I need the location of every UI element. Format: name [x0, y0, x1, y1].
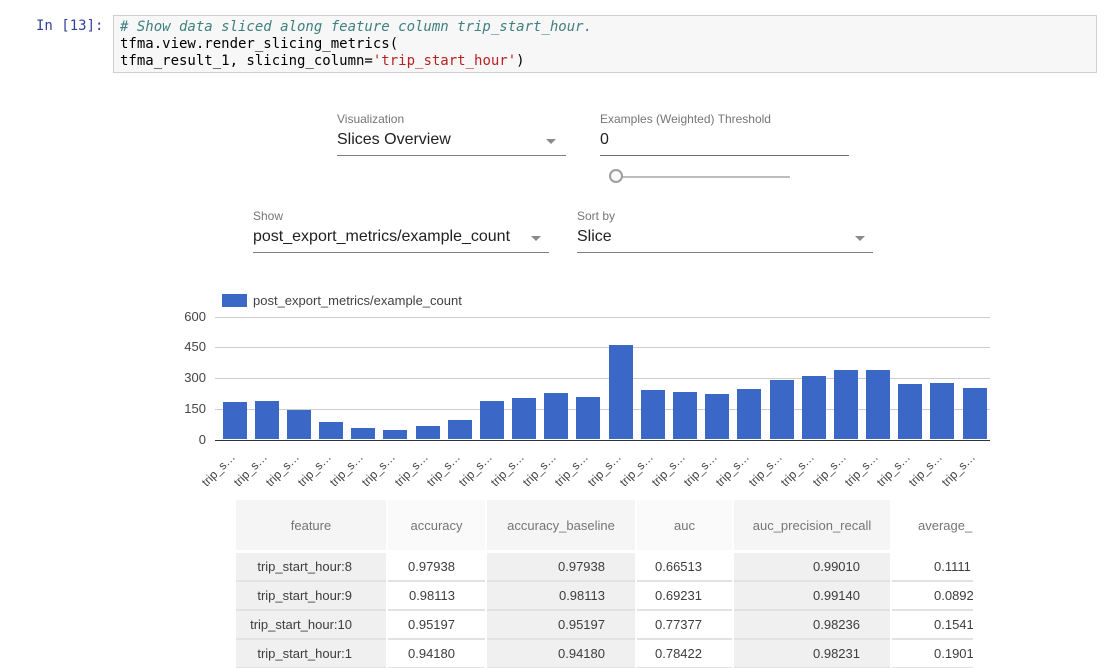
table-cell: 0.94180: [388, 640, 485, 668]
threshold-label: Examples (Weighted) Threshold: [600, 112, 771, 126]
bar-4[interactable]: [351, 428, 375, 440]
slider-track[interactable]: [621, 176, 790, 178]
bar-6[interactable]: [416, 426, 440, 440]
code-line-3: tfma_result_1, slicing_column='trip_star…: [120, 53, 1090, 70]
table-cell: trip_start_hour:10: [236, 611, 386, 640]
chevron-down-icon: [531, 236, 541, 241]
bar-17[interactable]: [770, 380, 794, 439]
table-cell: 0.99140: [734, 582, 890, 611]
table-cell: 0.1541: [892, 611, 973, 640]
table-cell: 0.98113: [487, 582, 635, 611]
bar-3[interactable]: [319, 422, 343, 439]
table-cell: 0.98113: [388, 582, 485, 611]
table-cell: 0.98236: [734, 611, 890, 640]
y-tick-label: 600: [180, 309, 206, 324]
bar-21[interactable]: [898, 384, 922, 439]
table-row: trip_start_hour:10.941800.941800.784220.…: [236, 640, 973, 668]
slices-bar-chart: post_export_metrics/example_count 600 450…: [180, 288, 995, 483]
column-header-accuracy_baseline[interactable]: accuracy_baseline: [487, 500, 635, 550]
bar-1[interactable]: [255, 401, 279, 439]
bar-8[interactable]: [480, 401, 504, 440]
bar-10[interactable]: [544, 393, 568, 440]
threshold-input[interactable]: [600, 131, 849, 156]
table-cell: trip_start_hour:8: [236, 553, 386, 582]
table-body: trip_start_hour:80.979380.979380.665130.…: [236, 553, 973, 668]
y-tick-label: 450: [180, 339, 206, 354]
bar-16[interactable]: [737, 389, 761, 440]
table-cell: 0.78422: [637, 640, 732, 668]
bar-0[interactable]: [223, 402, 247, 440]
bar-18[interactable]: [802, 376, 826, 439]
gridline-600: [215, 317, 990, 318]
visualization-dropdown[interactable]: Slices Overview: [337, 131, 566, 156]
bar-5[interactable]: [383, 430, 407, 439]
column-header-accuracy[interactable]: accuracy: [388, 500, 485, 550]
table-header-row: featureaccuracyaccuracy_baselineaucauc_p…: [236, 500, 973, 550]
bar-14[interactable]: [673, 392, 697, 439]
y-tick-label: 300: [180, 370, 206, 385]
table-cell: 0.77377: [637, 611, 732, 640]
table-cell: 0.99010: [734, 553, 890, 582]
visualization-value: Slices Overview: [337, 131, 451, 148]
table-cell: trip_start_hour:1: [236, 640, 386, 668]
code-line-comment: # Show data sliced along feature column …: [120, 19, 1090, 36]
bar-13[interactable]: [641, 390, 665, 439]
y-tick-label: 150: [180, 401, 206, 416]
bar-19[interactable]: [834, 370, 858, 439]
table-cell: 0.69231: [637, 582, 732, 611]
column-header-feature[interactable]: feature: [236, 500, 386, 550]
bar-15[interactable]: [705, 394, 729, 439]
column-header-auc_precision_recall[interactable]: auc_precision_recall: [734, 500, 890, 550]
visualization-label: Visualization: [337, 112, 404, 126]
table-row: trip_start_hour:80.979380.979380.665130.…: [236, 553, 973, 582]
bar-23[interactable]: [963, 388, 987, 439]
chevron-down-icon: [855, 236, 865, 241]
table-cell: 0.94180: [487, 640, 635, 668]
table-cell: 0.66513: [637, 553, 732, 582]
legend-swatch: [222, 294, 247, 307]
column-header-average_los[interactable]: average_los: [892, 500, 973, 550]
show-label: Show: [253, 209, 283, 223]
bar-2[interactable]: [287, 410, 311, 440]
table-cell: 0.1111: [892, 553, 973, 582]
table-row: trip_start_hour:90.981130.981130.692310.…: [236, 582, 973, 611]
bar-20[interactable]: [866, 370, 890, 439]
table-cell: 0.97938: [388, 553, 485, 582]
bar-22[interactable]: [930, 383, 954, 439]
table-cell: 0.95197: [487, 611, 635, 640]
input-prompt: In [13]:: [36, 18, 108, 34]
bar-11[interactable]: [576, 397, 600, 439]
show-metric-value: post_export_metrics/example_count: [253, 228, 510, 245]
column-header-auc[interactable]: auc: [637, 500, 732, 550]
table-cell: 0.98231: [734, 640, 890, 668]
y-tick-label: 0: [180, 432, 206, 447]
gridline-450: [215, 347, 990, 348]
table-cell: 0.95197: [388, 611, 485, 640]
sort-by-label: Sort by: [577, 209, 615, 223]
sort-by-value: Slice: [577, 228, 612, 245]
chevron-down-icon: [546, 139, 556, 144]
table-cell: 0.1901: [892, 640, 973, 668]
bar-12[interactable]: [609, 345, 633, 439]
sort-by-dropdown[interactable]: Slice: [577, 228, 873, 253]
table-cell: 0.0892: [892, 582, 973, 611]
table-cell: 0.97938: [487, 553, 635, 582]
table-row: trip_start_hour:100.951970.951970.773770…: [236, 611, 973, 640]
metrics-table: featureaccuracyaccuracy_baselineaucauc_p…: [236, 500, 973, 668]
legend-label: post_export_metrics/example_count: [253, 293, 462, 308]
gridline-0: [215, 440, 990, 441]
table-cell: trip_start_hour:9: [236, 582, 386, 611]
slider-thumb[interactable]: [609, 169, 623, 183]
code-line-2: tfma.view.render_slicing_metrics(: [120, 36, 1090, 53]
bar-9[interactable]: [512, 398, 536, 440]
show-metric-dropdown[interactable]: post_export_metrics/example_count: [253, 228, 549, 253]
code-editor[interactable]: # Show data sliced along feature column …: [113, 15, 1097, 73]
bar-7[interactable]: [448, 420, 472, 439]
threshold-slider[interactable]: [609, 168, 794, 186]
